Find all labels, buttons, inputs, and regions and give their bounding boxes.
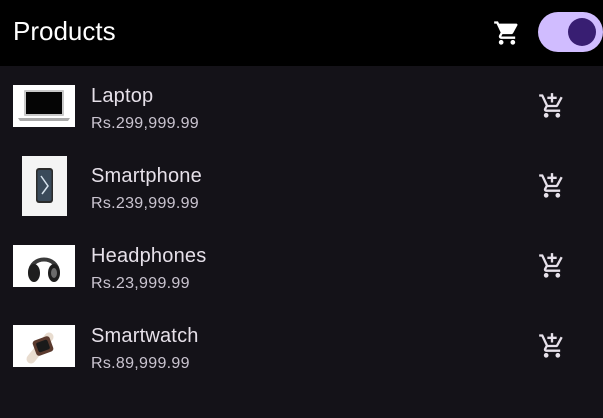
add-to-cart-button[interactable] xyxy=(534,248,570,284)
cart-button[interactable] xyxy=(490,16,524,50)
product-row[interactable]: Smartwatch Rs.89,999.99 xyxy=(0,306,603,386)
product-row[interactable]: Smartphone Rs.239,999.99 xyxy=(0,146,603,226)
product-price: Rs.299,999.99 xyxy=(91,115,199,132)
product-name: Laptop xyxy=(91,85,154,107)
smartwatch-image xyxy=(13,316,75,376)
add-to-cart-button[interactable] xyxy=(534,168,570,204)
product-row[interactable]: Laptop Rs.299,999.99 xyxy=(0,66,603,146)
product-price: Rs.239,999.99 xyxy=(91,195,199,212)
product-name: Smartwatch xyxy=(91,325,199,347)
headphones-image xyxy=(13,236,75,296)
product-price: Rs.89,999.99 xyxy=(91,355,190,372)
product-name: Smartphone xyxy=(91,165,202,187)
app-root: Products Laptop Rs.299,999.99 Smartphone… xyxy=(0,0,603,418)
theme-toggle-switch[interactable] xyxy=(538,12,603,52)
add-shopping-cart-icon xyxy=(539,253,563,278)
add-to-cart-button[interactable] xyxy=(534,88,570,124)
page-title: Products xyxy=(13,16,116,46)
product-list: Laptop Rs.299,999.99 Smartphone Rs.239,9… xyxy=(0,66,603,386)
app-bar: Products xyxy=(0,0,603,66)
add-to-cart-button[interactable] xyxy=(534,328,570,364)
laptop-image xyxy=(13,76,75,136)
product-row[interactable]: Headphones Rs.23,999.99 xyxy=(0,226,603,306)
add-shopping-cart-icon xyxy=(539,93,563,118)
shopping-cart-icon xyxy=(494,21,518,45)
product-price: Rs.23,999.99 xyxy=(91,275,190,292)
toggle-knob xyxy=(568,18,596,46)
product-name: Headphones xyxy=(91,245,207,267)
add-shopping-cart-icon xyxy=(539,173,563,198)
add-shopping-cart-icon xyxy=(539,333,563,358)
smartphone-image xyxy=(13,156,75,216)
